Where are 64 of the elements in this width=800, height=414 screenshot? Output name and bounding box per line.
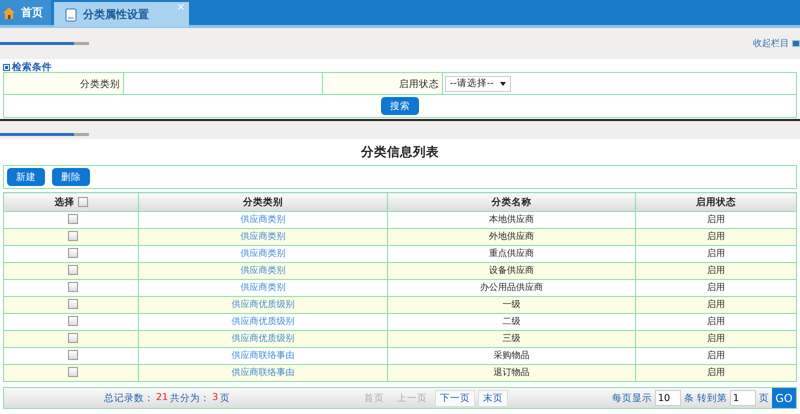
table-cell: 三级 [388,330,636,348]
table-cell: 启用 [636,296,796,314]
category-link[interactable]: 供应商类别 [240,248,286,258]
row-checkbox[interactable] [68,265,78,276]
delete-button[interactable]: 删除 [52,168,90,186]
new-button[interactable]: 新建 [7,168,45,186]
row-checkbox[interactable] [68,248,78,258]
total-label: 总记录数： [104,392,154,404]
category-link[interactable]: 供应商类别 [240,214,286,224]
field-label: 启用状态 [323,73,443,94]
category-link[interactable]: 供应商类别 [240,232,286,242]
category-link[interactable]: 供应商联络事由 [232,368,294,378]
category-link[interactable]: 供应商优质级别 [232,316,294,326]
row-checkbox[interactable] [68,214,78,224]
table-cell: 启用 [636,262,796,280]
tab[interactable]: 首页 [0,0,51,25]
table-cell: 设备供应商 [388,262,636,280]
home-icon [2,6,16,20]
goto-label: 转到第 [697,392,727,404]
caret-icon [500,82,506,86]
row-checkbox[interactable] [68,282,78,292]
tab[interactable]: 分类属性设置 × [54,2,189,27]
category-link[interactable]: 供应商类别 [240,266,286,276]
row-checkbox[interactable] [68,299,78,310]
select-all-checkbox[interactable] [78,196,88,207]
search-button[interactable]: 搜索 [381,97,419,115]
page-link[interactable]: 末页 [478,390,508,406]
goto-unit: 页 [759,392,769,404]
table-cell: 启用 [636,330,796,348]
category-link[interactable]: 供应商优质级别 [232,334,294,344]
row-checkbox[interactable] [68,350,78,360]
row-checkbox[interactable] [68,231,78,242]
column-header-label: 启用状态 [696,196,736,208]
table-cell: 一级 [388,296,636,314]
row-checkbox[interactable] [68,367,78,378]
total-count: 21 [156,392,168,404]
go-button[interactable]: GO [772,388,796,408]
table-cell: 退订物品 [388,364,636,382]
pages-unit: 页 [220,392,230,404]
page-link[interactable]: 下一页 [435,390,475,406]
list-title: 分类信息列表 [360,143,440,161]
field-label: 分类类别 [4,73,124,94]
category-link[interactable]: 供应商类别 [240,282,286,292]
category-link[interactable]: 供应商联络事由 [232,350,294,360]
pages-label: 共分为： [170,392,210,404]
collapse-icon[interactable] [792,40,800,47]
collapse-link[interactable]: 收起栏目 [753,37,789,50]
per-page-label: 每页显示 [612,392,652,404]
per-page-field[interactable]: 10 [655,390,681,406]
category-link[interactable]: 供应商优质级别 [232,300,294,310]
column-header-label: 选择 [54,196,74,208]
per-page-unit: 条 [684,392,694,404]
column-header-label: 分类类别 [243,196,283,208]
document-icon [64,8,78,22]
column-header-label: 分类名称 [492,196,532,208]
row-checkbox[interactable] [68,316,78,326]
section-title: 检索条件 [12,60,52,74]
table-cell: 启用 [636,228,796,246]
page-number-field[interactable]: 1 [730,390,756,406]
table-cell: 外地供应商 [388,228,636,246]
row-checkbox[interactable] [68,333,78,344]
table-cell: 启用 [636,364,796,382]
status-dropdown[interactable]: --请选择-- [445,76,511,92]
page-count: 3 [212,392,218,404]
